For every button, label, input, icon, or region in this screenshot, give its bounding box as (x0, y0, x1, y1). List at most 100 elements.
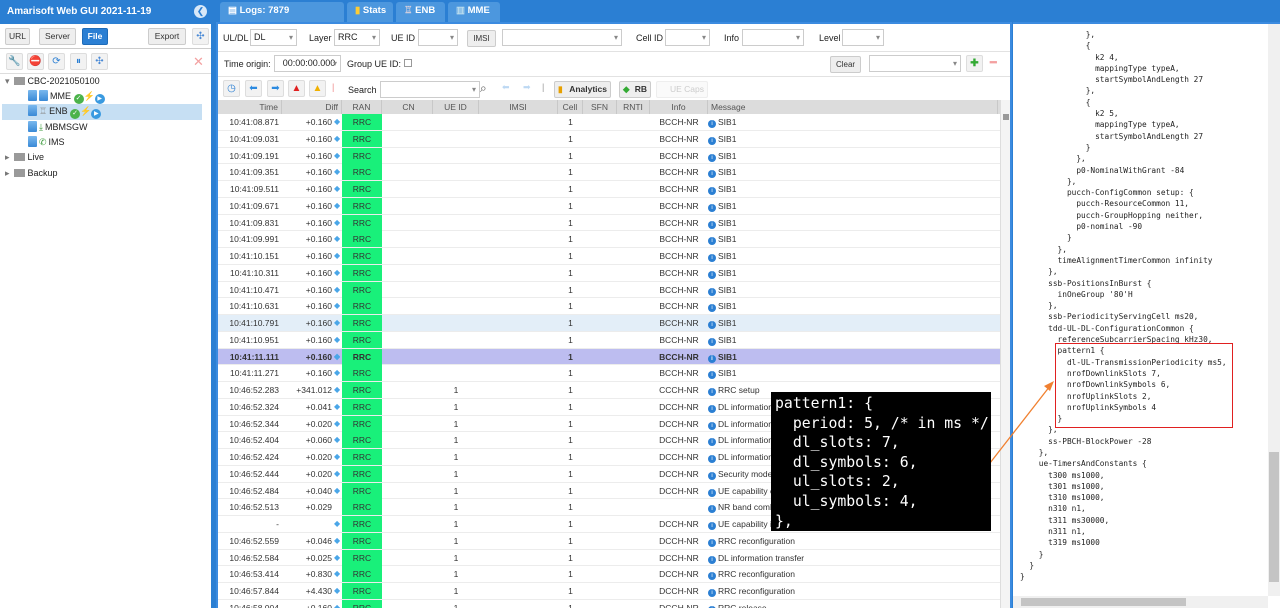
tab-logs[interactable]: ▤ Logs: 7879 (220, 2, 344, 22)
error-icon[interactable]: ▲ (288, 80, 305, 97)
cell-info: BCCH-NR (659, 184, 699, 194)
tree-item-enb[interactable]: ♖ ENB ✓ ⚡ ▶ (28, 104, 102, 119)
column-header-sfn[interactable]: SFN (583, 100, 617, 114)
cell-imsi (479, 181, 558, 197)
url-button[interactable]: URL (5, 28, 30, 45)
table-row[interactable]: 10:41:09.991 +0.160 ◆ RRC 1 BCCH-NR i SIB1 (218, 231, 1000, 248)
expand-icon[interactable]: ▸ (5, 168, 10, 178)
table-row[interactable]: 10:46:52.559 +0.046 ◆ RRC 1 1 DCCH-NR i RRC reco… (218, 532, 1000, 550)
imsi-select[interactable] (502, 29, 622, 46)
tree-item-mbmsgw[interactable]: ⤓ MBMSGW (28, 120, 87, 135)
scroll-up-icon[interactable] (1003, 114, 1009, 120)
stop-icon[interactable]: ⛔ (27, 53, 44, 70)
clear-button[interactable]: Clear (830, 56, 861, 73)
rb-button[interactable]: ◆ RB (619, 81, 651, 98)
table-scrollbar[interactable] (1000, 100, 1010, 608)
time-origin-input[interactable]: 00:00:00.000 (274, 55, 341, 72)
column-header-time[interactable]: Time (218, 100, 282, 114)
delete-icon[interactable]: ✕ (193, 54, 204, 70)
cell-time: 10:41:09.191 (229, 150, 279, 161)
arrow-right-icon[interactable]: ➡ (267, 80, 284, 97)
table-row[interactable]: 10:41:11.111 +0.160 ◆ RRC 1 BCCH-NR i SIB1 (218, 348, 1000, 366)
detail-vertical-scrollbar[interactable] (1268, 24, 1280, 596)
column-header-info[interactable]: Info (650, 100, 708, 114)
level-select[interactable] (842, 29, 884, 46)
filter-preset-select[interactable] (869, 55, 961, 72)
analytics-button[interactable]: ▮ Analytics (554, 81, 611, 98)
tree-item-ims[interactable]: ✆ IMS (28, 135, 65, 150)
tree-item-mme[interactable]: MME ✓ ⚡ ▶ (28, 89, 105, 104)
column-header-cn[interactable]: CN (385, 100, 433, 114)
binoculars-icon[interactable]: ⌕ (480, 81, 487, 96)
table-row[interactable]: 10:41:11.271 +0.160 ◆ RRC 1 BCCH-NR i SIB1 (218, 365, 1000, 382)
table-row[interactable]: 10:46:57.844 +4.430 ◆ RRC 1 1 DCCH-NR i RRC reco… (218, 583, 1000, 600)
table-row[interactable]: 10:41:09.671 +0.160 ◆ RRC 1 BCCH-NR i SIB1 (218, 197, 1000, 215)
table-row[interactable]: 10:41:10.151 +0.160 ◆ RRC 1 BCCH-NR i SIB1 (218, 248, 1000, 265)
warning-icon[interactable]: ▲ (309, 80, 326, 97)
column-header-cell[interactable]: Cell (558, 100, 583, 114)
expand-icon[interactable]: ▾ (5, 76, 10, 86)
table-row[interactable]: 10:41:09.191 +0.160 ◆ RRC 1 BCCH-NR i SIB1 (218, 147, 1000, 165)
layer-select[interactable]: RRC (334, 29, 380, 46)
column-header-diff[interactable]: Diff (282, 100, 342, 114)
pause-icon[interactable]: ⏸ (70, 53, 87, 70)
cell-time: 10:41:09.831 (229, 217, 279, 228)
tree-item-live[interactable]: ▸ Live (5, 150, 44, 165)
ueid-select[interactable] (418, 29, 458, 46)
info-select[interactable] (742, 29, 804, 46)
table-row[interactable]: 10:46:58.004 +0.160◆RRC 1 1 DCCH-NR iRRC rele… (218, 599, 1000, 608)
table-row[interactable]: 10:41:10.311 +0.160 ◆ RRC 1 BCCH-NR i SIB1 (218, 264, 1000, 282)
column-header-ran[interactable]: RAN (342, 100, 382, 114)
cell-cn (385, 449, 433, 465)
collapse-panel-icon[interactable]: ❮ (194, 5, 207, 18)
column-header-ue-id[interactable]: UE ID (433, 100, 479, 114)
table-row[interactable]: 10:41:10.791 +0.160 ◆ RRC 1 BCCH-NR i SIB1 (218, 315, 1000, 332)
scroll-thumb[interactable] (1269, 452, 1279, 582)
table-row[interactable]: 10:46:52.584 +0.025 ◆ RRC 1 1 DCCH-NR i DL infor… (218, 549, 1000, 567)
settings-icon[interactable]: ✣ (192, 28, 209, 45)
table-row[interactable]: 10:41:10.471 +0.160 ◆ RRC 1 BCCH-NR i SIB1 (218, 281, 1000, 299)
table-row[interactable]: 10:41:09.351 +0.160 ◆ RRC 1 BCCH-NR i SIB1 (218, 164, 1000, 181)
tree-item-backup[interactable]: ▸ Backup (5, 166, 58, 181)
next-match-icon[interactable]: ➡ (523, 82, 531, 93)
cellid-select[interactable] (665, 29, 710, 46)
scroll-thumb[interactable] (1021, 598, 1186, 606)
network-icon[interactable]: ✣ (91, 53, 108, 70)
arrow-left-icon[interactable]: ⬅ (245, 80, 262, 97)
column-header-message[interactable]: Message (708, 100, 998, 114)
column-header-rnti[interactable]: RNTI (617, 100, 650, 114)
tab-enb[interactable]: ♖ ENB (396, 2, 445, 22)
wrench-icon[interactable]: 🔧 (6, 53, 23, 70)
detail-line: } (1020, 560, 1035, 570)
expand-icon[interactable]: ▸ (5, 152, 10, 162)
search-input[interactable] (380, 81, 480, 98)
uldl-select[interactable]: DL (250, 29, 297, 46)
refresh-icon[interactable]: ⟳ (48, 53, 65, 70)
remove-icon[interactable]: ━ (990, 56, 997, 69)
table-row[interactable]: 10:41:10.631 +0.160 ◆ RRC 1 BCCH-NR i SIB1 (218, 298, 1000, 315)
column-header-imsi[interactable]: IMSI (479, 100, 558, 114)
table-row[interactable]: 10:46:53.414 +0.830 ◆ RRC 1 1 DCCH-NR i RRC reco… (218, 566, 1000, 583)
tab-stats[interactable]: ▮ Stats (347, 2, 393, 22)
prev-match-icon[interactable]: ⬅ (502, 82, 510, 93)
play-icon[interactable]: ▶ (94, 94, 105, 104)
file-button[interactable]: File (82, 28, 108, 45)
ue-caps-button[interactable]: UE Caps (656, 81, 708, 98)
tab-mme[interactable]: ▥ MME (448, 2, 500, 22)
clock-icon[interactable]: ◷ (223, 80, 240, 97)
server-button[interactable]: Server (39, 28, 76, 45)
table-row[interactable]: 10:41:09.031 +0.160 ◆ RRC 1 BCCH-NR i SIB1 (218, 130, 1000, 148)
table-row[interactable]: 10:41:09.511 +0.160 ◆ RRC 1 BCCH-NR i SIB1 (218, 181, 1000, 198)
table-row[interactable]: 10:41:08.871 +0.160 ◆ RRC 1 BCCH-NR i SIB1 (218, 114, 1000, 131)
play-icon[interactable]: ▶ (91, 109, 102, 119)
table-row[interactable]: 10:41:10.951 +0.160 ◆ RRC 1 BCCH-NR i SIB1 (218, 331, 1000, 349)
export-button[interactable]: Export (148, 28, 186, 45)
cell-cell: 1 (568, 552, 573, 563)
tree-root[interactable]: ▾ CBC-2021050100 (5, 74, 100, 89)
group-ueid-checkbox[interactable] (404, 59, 412, 67)
cell-cell: 1 (568, 150, 573, 161)
imsi-button[interactable]: IMSI (467, 30, 496, 47)
table-row[interactable]: 10:41:09.831 +0.160 ◆ RRC 1 BCCH-NR i SIB1 (218, 214, 1000, 232)
detail-horizontal-scrollbar[interactable] (1013, 596, 1268, 608)
add-icon[interactable]: ✚ (966, 55, 983, 72)
